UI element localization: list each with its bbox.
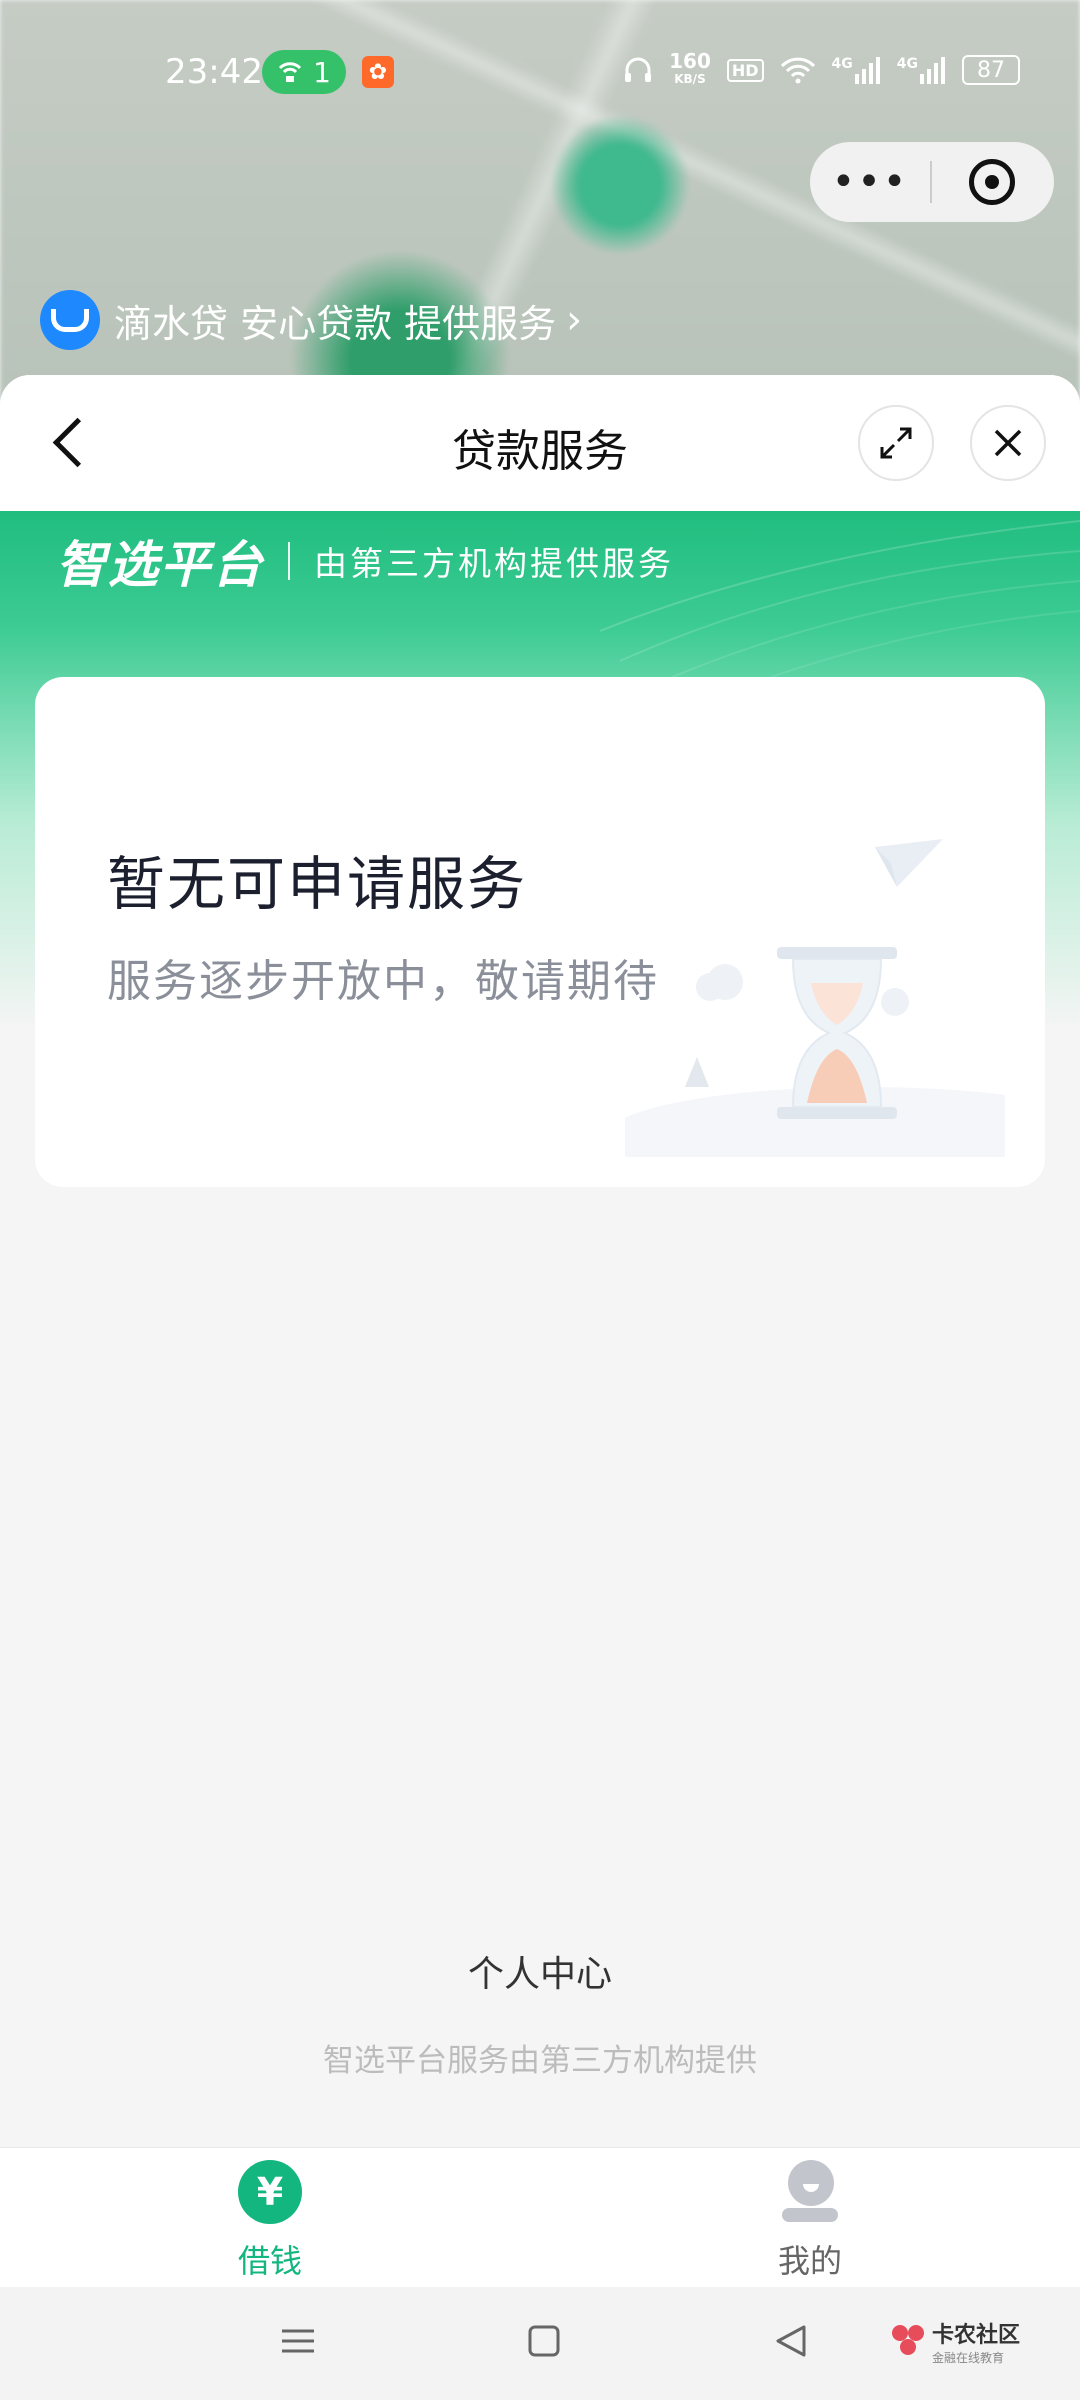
hotspot-indicator: 1 (262, 50, 346, 94)
wifi-icon (780, 57, 815, 84)
tab-label: 我的 (777, 2242, 842, 2280)
didi-logo-icon (40, 290, 100, 350)
empty-state-card: 暂无可申请服务 服务逐步开放中，敬请期待 (35, 677, 1045, 1187)
hotspot-icon (279, 62, 302, 82)
watermark: 卡农社区 金融在线教育 (891, 2317, 1020, 2366)
close-icon (994, 429, 1022, 457)
close-button[interactable] (970, 405, 1046, 481)
tab-mine[interactable]: 我的 (710, 2160, 910, 2282)
brand-name: 智选平台 (56, 536, 264, 594)
brand-row: 智选平台 由第三方机构提供服务 (56, 525, 674, 597)
status-bar: 23:42 1 ✿ 160 KB/S HD 4G 4G 87 (0, 40, 1080, 104)
footer-note: 智选平台服务由第三方机构提供 (323, 2043, 757, 2079)
empty-state-title: 暂无可申请服务 (107, 850, 528, 918)
tab-borrow[interactable]: ¥ 借钱 (170, 2160, 370, 2282)
tab-label: 借钱 (237, 2242, 302, 2280)
status-right: 160 KB/S HD 4G 4G 87 (623, 49, 1020, 88)
hourglass-illustration (625, 839, 1005, 1157)
chevron-right-icon: › (566, 297, 583, 343)
home-icon[interactable] (526, 2321, 562, 2361)
hotspot-count: 1 (313, 55, 331, 89)
signal-2: 4G (897, 56, 946, 84)
battery-indicator: 87 (962, 55, 1020, 85)
watermark-title: 卡农社区 (931, 2323, 1020, 2348)
brand-separator (288, 542, 290, 580)
tab-bar: ¥ 借钱 我的 (0, 2147, 1080, 2288)
kanong-logo-icon (891, 2324, 926, 2359)
headphones-icon (625, 57, 652, 82)
empty-state-subtitle: 服务逐步开放中，敬请期待 (107, 956, 659, 1007)
provider-banner[interactable]: 滴水贷 安心贷款 提供服务 › (40, 288, 582, 352)
provider-text: 滴水贷 安心贷款 提供服务 (114, 301, 557, 346)
target-icon (969, 159, 1015, 205)
yen-icon: ¥ (238, 2160, 302, 2224)
more-button[interactable]: ••• (810, 159, 930, 205)
personal-center-link[interactable]: 个人中心 (0, 1945, 1080, 1997)
miniapp-capsule: ••• (810, 142, 1054, 222)
expand-icon (880, 427, 912, 459)
system-navigation-bar: 卡农社区 金融在线教育 (0, 2287, 1080, 2400)
loan-service-sheet: 贷款服务 智选平台 由第三方机构提供服务 暂无可申请服务 服务逐步开放中，敬请期… (0, 375, 1080, 2400)
status-time: 23:42 (165, 52, 263, 92)
back-triangle-icon[interactable] (772, 2321, 812, 2361)
expand-button[interactable] (858, 405, 934, 481)
app-notification-icon: ✿ (362, 56, 394, 88)
watermark-subtitle: 金融在线教育 (931, 2351, 1004, 2365)
exit-miniapp-button[interactable] (932, 159, 1052, 205)
user-icon (778, 2160, 842, 2224)
signal-bars-icon (854, 57, 880, 84)
network-speed: 160 KB/S (669, 49, 711, 86)
signal-bars-icon (920, 57, 945, 84)
brand-subtitle: 由第三方机构提供服务 (314, 544, 674, 583)
signal-1: 4G (832, 56, 881, 84)
hd-badge: HD (726, 58, 764, 82)
menu-icon[interactable] (278, 2321, 318, 2361)
nav-bar: 贷款服务 (0, 375, 1080, 511)
